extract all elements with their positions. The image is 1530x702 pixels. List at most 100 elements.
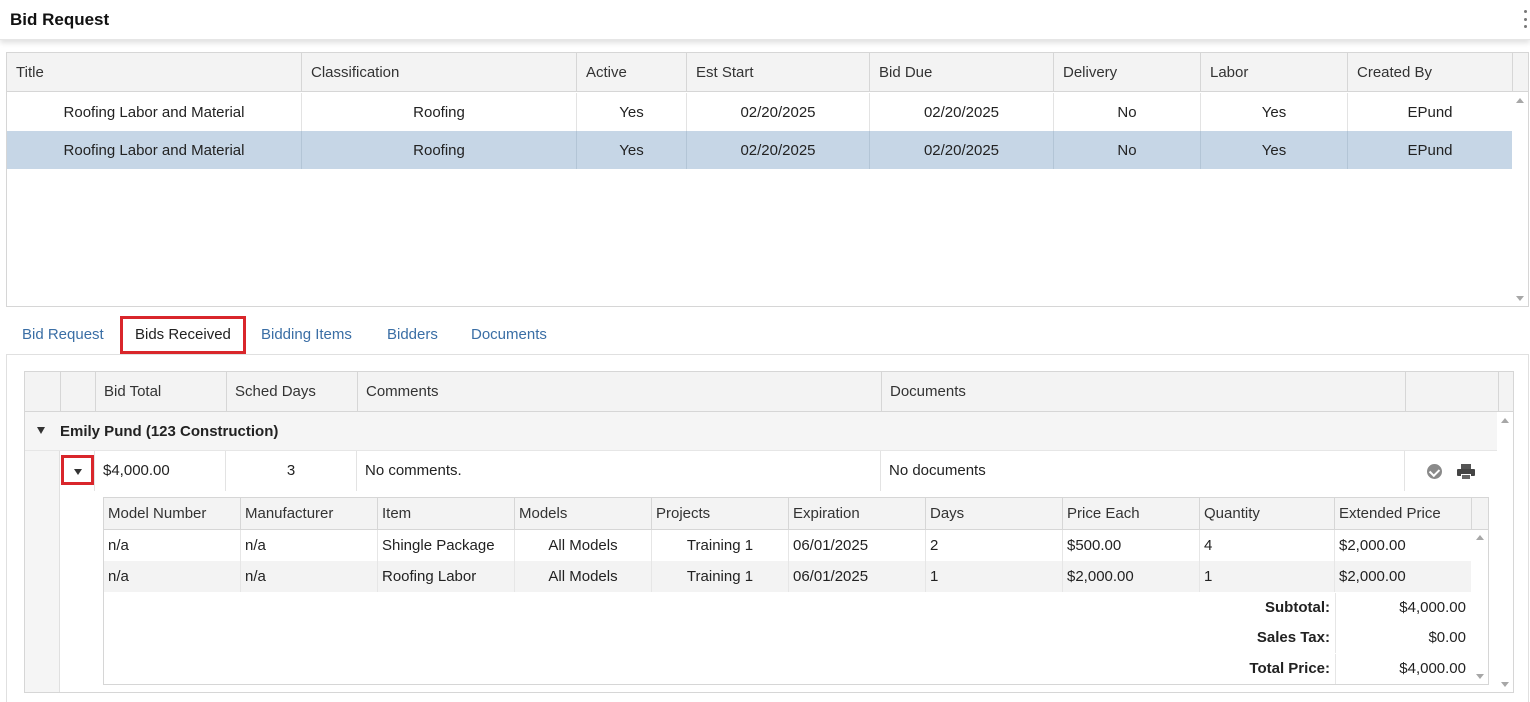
cell-active: Yes bbox=[577, 131, 687, 169]
cell-expiration: 06/01/2025 bbox=[789, 530, 926, 561]
column-header-manufacturer[interactable]: Manufacturer bbox=[241, 498, 378, 530]
column-header-bid-total[interactable]: Bid Total bbox=[96, 372, 227, 412]
column-header-item[interactable]: Item bbox=[378, 498, 515, 530]
column-header-price-each[interactable]: Price Each bbox=[1063, 498, 1200, 530]
tab-bids-received[interactable]: Bids Received bbox=[120, 316, 246, 354]
cell-models: All Models bbox=[515, 561, 652, 592]
tab-bidding-items[interactable]: Bidding Items bbox=[261, 316, 352, 354]
detail-vertical-scrollbar[interactable] bbox=[1472, 530, 1488, 684]
cell-price-each: $2,000.00 bbox=[1063, 561, 1200, 592]
group-label: Emily Pund (123 Construction) bbox=[60, 423, 279, 440]
cell-item: Shingle Package bbox=[378, 530, 515, 561]
scroll-down-arrow-icon[interactable] bbox=[1476, 674, 1484, 679]
tab-documents[interactable]: Documents bbox=[471, 316, 547, 354]
column-header-actions bbox=[1406, 372, 1499, 412]
cell-classification: Roofing bbox=[302, 131, 577, 169]
scroll-down-arrow-icon[interactable] bbox=[1516, 296, 1524, 301]
column-header-documents[interactable]: Documents bbox=[882, 372, 1406, 412]
column-header-active[interactable]: Active bbox=[577, 53, 687, 92]
cell-bid-due: 02/20/2025 bbox=[870, 131, 1054, 169]
column-header-days[interactable]: Days bbox=[926, 498, 1063, 530]
cell-manufacturer: n/a bbox=[241, 561, 378, 592]
scroll-down-arrow-icon[interactable] bbox=[1501, 682, 1509, 687]
cell-bid-due: 02/20/2025 bbox=[870, 93, 1054, 131]
cell-delivery: No bbox=[1054, 131, 1201, 169]
scroll-up-arrow-icon[interactable] bbox=[1501, 418, 1509, 423]
cell-bid-total: $4,000.00 bbox=[95, 451, 226, 491]
tab-bid-request[interactable]: Bid Request bbox=[22, 316, 104, 354]
cell-est-start: 02/20/2025 bbox=[687, 131, 870, 169]
column-header-projects[interactable]: Projects bbox=[652, 498, 789, 530]
sales-tax-value: $0.00 bbox=[1335, 623, 1468, 653]
bid-detail-grid: Model Number Manufacturer Item Models Pr… bbox=[103, 497, 1489, 685]
grid-header: Title Classification Active Est Start Bi… bbox=[7, 53, 1528, 92]
column-header-models[interactable]: Models bbox=[515, 498, 652, 530]
cell-created-by: EPund bbox=[1407, 104, 1453, 121]
column-header-title[interactable]: Title bbox=[7, 53, 302, 92]
cell-extended-price: $2,000.00 bbox=[1339, 568, 1406, 585]
scroll-up-arrow-icon[interactable] bbox=[1516, 98, 1524, 103]
cell-classification: Roofing bbox=[302, 93, 577, 131]
tab-bidders[interactable]: Bidders bbox=[387, 316, 438, 354]
cell-price-each: $500.00 bbox=[1063, 530, 1200, 561]
check-badge-icon[interactable] bbox=[1427, 464, 1442, 479]
cell-model-number: n/a bbox=[104, 561, 241, 592]
page-header: Bid Request bbox=[0, 0, 1530, 40]
sales-tax-label: Sales Tax: bbox=[1256, 629, 1330, 646]
total-price-value: $4,000.00 bbox=[1335, 654, 1468, 684]
expand-row-button[interactable] bbox=[61, 455, 94, 485]
column-header-classification[interactable]: Classification bbox=[302, 53, 577, 92]
table-row-selected[interactable]: Roofing Labor and Material Roofing Yes 0… bbox=[7, 131, 1512, 169]
more-options-icon[interactable] bbox=[1522, 10, 1528, 28]
subtotal-label: Subtotal: bbox=[1265, 599, 1330, 616]
column-header-expiration[interactable]: Expiration bbox=[789, 498, 926, 530]
bids-vertical-scrollbar[interactable] bbox=[1497, 412, 1513, 692]
cell-extended-price: $2,000.00 bbox=[1339, 537, 1406, 554]
table-row[interactable]: n/a n/a Shingle Package All Models Train… bbox=[104, 530, 1471, 561]
column-header-labor[interactable]: Labor bbox=[1201, 53, 1348, 92]
cell-active: Yes bbox=[577, 93, 687, 131]
total-price-label: Total Price: bbox=[1249, 660, 1330, 677]
column-header-est-start[interactable]: Est Start bbox=[687, 53, 870, 92]
cell-labor: Yes bbox=[1201, 131, 1348, 169]
column-header-expand bbox=[61, 372, 96, 412]
bid-row[interactable]: $4,000.00 3 No comments. No documents bbox=[60, 451, 1498, 491]
column-header-quantity[interactable]: Quantity bbox=[1200, 498, 1335, 530]
detail-header: Model Number Manufacturer Item Models Pr… bbox=[104, 498, 1488, 530]
cell-sched-days: 3 bbox=[226, 451, 357, 491]
tab-bar: Bid Request Bids Received Bidding Items … bbox=[0, 316, 1530, 354]
page-title: Bid Request bbox=[10, 10, 110, 29]
scroll-up-arrow-icon[interactable] bbox=[1476, 535, 1484, 540]
cell-projects: Training 1 bbox=[652, 530, 789, 561]
column-header-created-by[interactable]: Created By bbox=[1348, 53, 1513, 92]
cell-title: Roofing Labor and Material bbox=[7, 93, 302, 131]
column-header-comments[interactable]: Comments bbox=[358, 372, 882, 412]
cell-manufacturer: n/a bbox=[241, 530, 378, 561]
bid-request-grid: Title Classification Active Est Start Bi… bbox=[6, 52, 1529, 307]
cell-item: Roofing Labor bbox=[378, 561, 515, 592]
chevron-down-icon bbox=[74, 469, 82, 475]
cell-model-number: n/a bbox=[104, 530, 241, 561]
table-row[interactable]: n/a n/a Roofing Labor All Models Trainin… bbox=[104, 561, 1471, 592]
printer-icon[interactable] bbox=[1457, 464, 1475, 480]
group-row[interactable]: Emily Pund (123 Construction) bbox=[25, 412, 1498, 451]
bids-grid: Bid Total Sched Days Comments Documents … bbox=[24, 371, 1514, 693]
table-row[interactable]: Roofing Labor and Material Roofing Yes 0… bbox=[7, 93, 1512, 131]
column-header-extended-price[interactable]: Extended Price bbox=[1335, 498, 1472, 530]
column-header-model-number[interactable]: Model Number bbox=[104, 498, 241, 530]
bids-received-panel: Bid Total Sched Days Comments Documents … bbox=[6, 354, 1529, 702]
column-header-sched-days[interactable]: Sched Days bbox=[227, 372, 358, 412]
cell-documents: No documents bbox=[881, 451, 1405, 491]
cell-title: Roofing Labor and Material bbox=[7, 131, 302, 169]
column-header-group bbox=[25, 372, 61, 412]
column-header-bid-due[interactable]: Bid Due bbox=[870, 53, 1054, 92]
collapse-group-icon[interactable] bbox=[37, 427, 45, 434]
cell-actions bbox=[1405, 451, 1498, 491]
cell-comments: No comments. bbox=[357, 451, 881, 491]
cell-days: 2 bbox=[926, 530, 1063, 561]
vertical-scrollbar[interactable] bbox=[1512, 93, 1528, 306]
subtotal-value: $4,000.00 bbox=[1335, 593, 1468, 623]
column-header-delivery[interactable]: Delivery bbox=[1054, 53, 1201, 92]
cell-est-start: 02/20/2025 bbox=[687, 93, 870, 131]
cell-delivery: No bbox=[1054, 93, 1201, 131]
